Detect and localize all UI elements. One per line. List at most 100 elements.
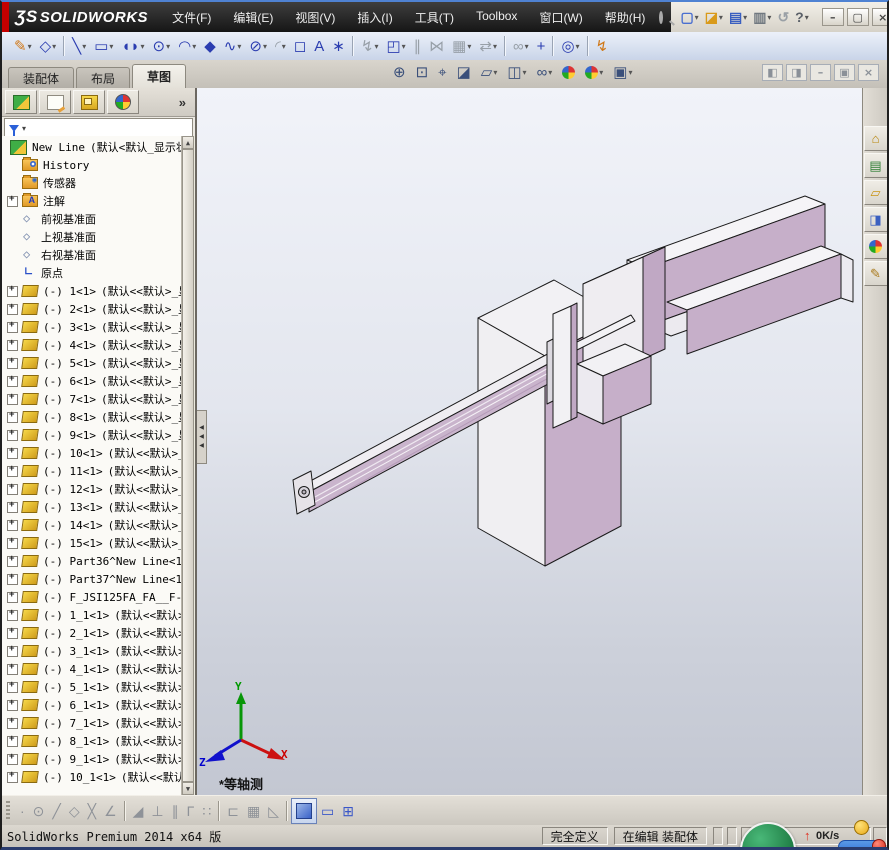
tree-item[interactable]: (-) Part37^New Line<1> [2,570,182,588]
tree-item[interactable]: 传感器 [2,174,182,192]
expand-toggle-icon[interactable] [7,626,18,639]
expand-toggle-icon[interactable] [7,752,18,765]
scrollbar-thumb[interactable] [182,149,194,782]
dropdown-arrow-icon[interactable]: ▾ [374,42,378,51]
sketch-tool-button[interactable]: A ▾ [310,34,328,58]
menu-item[interactable]: 编辑(E) [233,9,273,26]
task-pane-tab[interactable]: ● [863,234,887,259]
sketch-tool-button[interactable]: ▾ [63,36,66,56]
sketch-tool-button[interactable]: ◜ ▾ [271,34,290,58]
dropdown-arrow-icon[interactable]: ▾ [695,13,699,22]
expand-toggle-icon[interactable] [7,392,18,405]
task-pane-tab[interactable]: ▱ [863,180,887,205]
scroll-down-icon[interactable]: ▼ [182,782,194,795]
feature-manager-tab[interactable] [39,90,71,114]
quick-access-button[interactable]: ▤ ▾ [726,6,750,28]
tree-item[interactable]: (-) F_JSI125FA_FA__F-JS [2,588,182,606]
scroll-up-icon[interactable]: ▲ [182,136,194,149]
expand-toggle-icon[interactable] [7,554,18,567]
sketch-tool-button[interactable]: ↯ ▾ [592,34,613,58]
expand-toggle-icon[interactable] [7,572,18,585]
sketch-tool-button[interactable]: ↯ ▾ [357,34,383,58]
snap-tool-button[interactable]: · ▾ [16,799,29,823]
task-pane-tab[interactable]: ◨ [863,207,887,232]
expand-toggle-icon[interactable] [7,338,18,351]
sketch-tool-button[interactable]: ⊘ ▾ [245,34,271,58]
quick-access-button[interactable]: ? ▾ [792,6,812,28]
dropdown-arrow-icon[interactable]: ▾ [237,42,241,51]
task-pane-tab[interactable]: ▤ [863,153,887,178]
expand-toggle-icon[interactable] [7,446,18,459]
sketch-tool-button[interactable]: ⋈ ▾ [425,34,448,58]
feature-manager-tab[interactable] [73,90,105,114]
tree-item[interactable]: 右视基准面 [2,246,182,264]
expand-toggle-icon[interactable] [7,590,18,603]
sketch-tool-button[interactable]: ▾ [351,36,354,56]
expand-toggle-icon[interactable] [7,608,18,621]
view-tool-button[interactable]: ⊡ ▾ [413,63,432,82]
tree-item[interactable]: (-) 5_1<1> (默认<<默认> [2,678,182,696]
sketch-tool-button[interactable]: ∞ ▾ [509,34,533,58]
menu-item[interactable]: 插入(I) [357,9,392,26]
quick-access-button[interactable]: ◪ ▾ [702,6,726,28]
view-tool-button[interactable]: ▣ ▾ [610,63,635,82]
tree-item[interactable]: (-) 4<1> (默认<<默认>_显 [2,336,182,354]
overlay-reddot-icon[interactable] [872,839,886,847]
expand-toggle-icon[interactable] [7,374,18,387]
task-pane-tab[interactable]: ⌂ [863,126,887,151]
window-control-button[interactable]: – [821,8,844,26]
tree-root-item[interactable]: New Line (默认<默认_显示状 [2,138,182,156]
sketch-tool-button[interactable]: ▾ [552,36,555,56]
speed-monitor-overlay[interactable]: 57% ↑ 0K/s [736,820,887,847]
tree-item[interactable]: (-) 6<1> (默认<<默认>_显 [2,372,182,390]
snap-tool-button[interactable]: ▾ [123,801,126,821]
view-tool-button[interactable]: ∞ ▾ [534,63,556,82]
tree-item[interactable]: (-) 9_1<1> (默认<<默认> [2,750,182,768]
expand-toggle-icon[interactable] [7,356,18,369]
tree-item[interactable]: (-) 12<1> (默认<<默认>_ [2,480,182,498]
dropdown-arrow-icon[interactable]: ▾ [767,13,771,22]
dropdown-arrow-icon[interactable]: ▾ [576,42,580,51]
tree-item[interactable]: (-) 5<1> (默认<<默认>_显 [2,354,182,372]
menu-item[interactable]: 窗口(W) [539,9,582,26]
document-control-button[interactable]: ◨ [786,64,807,81]
tree-item[interactable]: (-) 10_1<1> (默认<<默认 [2,768,182,786]
feature-manager-tab[interactable] [5,90,37,114]
expand-toggle-icon[interactable] [7,662,18,675]
dropdown-arrow-icon[interactable]: ▾ [263,42,267,51]
dropdown-arrow-icon[interactable]: ▾ [141,42,145,51]
snap-tool-button[interactable]: ◢ ▾ [129,799,148,823]
overflow-chevron[interactable]: » [179,95,192,110]
tree-item[interactable]: (-) 3<1> (默认<<默认>_显 [2,318,182,336]
quick-access-button[interactable]: ▥ ▾ [750,6,774,28]
tree-item[interactable]: 前视基准面 [2,210,182,228]
overlay-ball[interactable]: 57% [740,822,796,847]
document-control-button[interactable]: ◧ [762,64,783,81]
search-icon[interactable] [659,10,664,24]
dropdown-arrow-icon[interactable]: ▾ [402,42,406,51]
expand-toggle-icon[interactable] [7,284,18,297]
expand-toggle-icon[interactable] [7,680,18,693]
snap-tool-button[interactable]: ∠ ▾ [100,799,121,823]
expand-toggle-icon[interactable] [7,536,18,549]
view-tool-button[interactable]: ◪ ▾ [454,63,474,82]
tree-item[interactable]: (-) 13<1> (默认<<默认>_ [2,498,182,516]
quick-access-button[interactable]: ↺ ▾ [774,6,792,28]
sketch-tool-button[interactable]: ◎ ▾ [557,34,583,58]
tree-item[interactable]: (-) 11<1> (默认<<默认>_ [2,462,182,480]
sketch-tool-button[interactable]: ⊙ ▾ [149,34,175,58]
dropdown-arrow-icon[interactable]: ▾ [548,68,552,77]
tree-item[interactable]: (-) 15<1> (默认<<默认>_ [2,534,182,552]
window-control-button[interactable]: ▢ [846,8,869,26]
tree-item[interactable]: (-) 8_1<1> (默认<<默认> [2,732,182,750]
dropdown-arrow-icon[interactable]: ▾ [493,68,497,77]
expand-toggle-icon[interactable] [7,698,18,711]
sketch-tool-button[interactable]: ◰ ▾ [382,34,409,58]
feature-manager-tab[interactable] [107,90,139,114]
graphics-viewport[interactable]: ◀ ◀ ◀ Y X Z *等轴测 [197,88,862,795]
dropdown-arrow-icon[interactable]: ▾ [166,42,170,51]
tree-item[interactable]: (-) 6_1<1> (默认<<默认> [2,696,182,714]
menu-item[interactable]: Toolbox [476,9,517,26]
sketch-tool-button[interactable]: ∗ ▾ [328,34,349,58]
tree-item[interactable]: (-) 8<1> (默认<<默认>_显 [2,408,182,426]
